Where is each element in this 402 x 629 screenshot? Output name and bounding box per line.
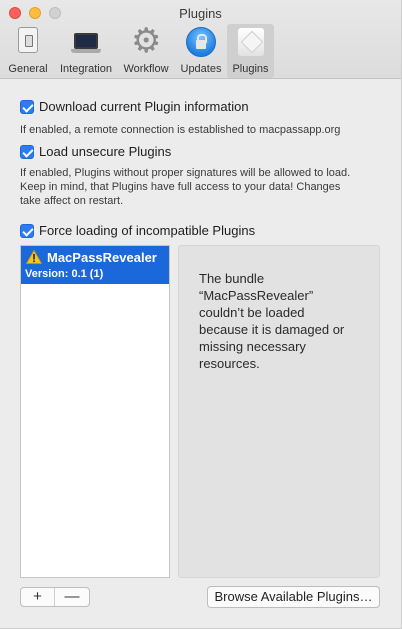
plugin-version: Version: 0.1 (1) (25, 268, 104, 280)
plugin-list-item[interactable]: MacPassRevealer Version: 0.1 (1) (21, 246, 169, 284)
load-unsecure-label: Load unsecure Plugins (39, 144, 172, 159)
error-line: “MacPassRevealer” (199, 288, 314, 303)
warning-icon (26, 250, 42, 264)
toolbar-tab-workflow[interactable]: ⚙ Workflow (119, 24, 173, 78)
plugin-detail-panel: The bundle “MacPassRevealer” couldn’t be… (178, 245, 380, 578)
download-info-checkbox[interactable] (20, 100, 34, 114)
error-line: missing necessary (199, 339, 306, 354)
toolbar-tab-label: General (8, 63, 48, 75)
gear-icon: ⚙ (131, 22, 162, 60)
plugin-name: MacPassRevealer (47, 250, 157, 265)
error-line: couldn’t be loaded (199, 305, 305, 320)
force-incompatible-checkbox[interactable] (20, 224, 34, 238)
remove-plugin-button[interactable]: — (55, 588, 89, 606)
force-incompatible-label: Force loading of incompatible Plugins (39, 223, 256, 238)
browse-plugins-button[interactable]: Browse Available Plugins… (207, 586, 380, 608)
error-line: because it is damaged or (199, 322, 345, 337)
error-line: resources. (199, 356, 260, 371)
toolbar-tab-label: Workflow (123, 63, 169, 75)
load-unsecure-help: If enabled, Plugins without proper signa… (20, 166, 350, 208)
help-line: If enabled, Plugins without proper signa… (20, 167, 351, 179)
toolbar-tab-updates[interactable]: Updates (175, 24, 227, 78)
toolbar-tab-plugins[interactable]: Plugins (227, 24, 274, 78)
preferences-window: Plugins General Integration ⚙ Workflow U… (0, 0, 402, 629)
toolbar-tab-general[interactable]: General (4, 24, 52, 78)
load-unsecure-checkbox[interactable] (20, 145, 34, 159)
integration-icon (71, 33, 101, 55)
title-bar: Plugins General Integration ⚙ Workflow U… (0, 0, 401, 79)
toolbar-tab-label: Plugins (232, 63, 269, 75)
plugin-list[interactable]: MacPassRevealer Version: 0.1 (1) (20, 245, 170, 578)
error-line: The bundle (199, 271, 265, 286)
help-line: take affect on restart. (20, 195, 124, 207)
toolbar-tab-integration[interactable]: Integration (54, 24, 118, 78)
plugin-error-message: The bundle “MacPassRevealer” couldn’t be… (199, 270, 369, 372)
toolbar-tab-label: Updates (180, 63, 222, 75)
add-remove-control: + — (20, 587, 90, 607)
download-info-help: If enabled, a remote connection is estab… (20, 124, 341, 136)
help-line: Keep in mind, that Plugins have full acc… (20, 181, 341, 193)
toolbar-tab-label: Integration (60, 63, 112, 75)
plugins-icon (236, 27, 265, 57)
download-info-label: Download current Plugin information (39, 99, 249, 114)
updates-icon (186, 27, 216, 57)
general-icon (18, 27, 38, 53)
window-title: Plugins (179, 6, 222, 21)
add-plugin-button[interactable]: + (21, 588, 55, 606)
